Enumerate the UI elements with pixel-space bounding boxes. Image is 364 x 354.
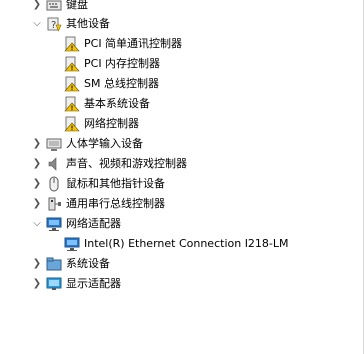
tree-node-label: 声音、视频和游戏控制器	[66, 157, 187, 170]
hid-icon	[46, 136, 62, 152]
svg-text:?: ?	[51, 20, 56, 31]
chevron-right-icon[interactable]: ❯	[31, 154, 43, 174]
unknown-device-icon: ?	[46, 16, 62, 32]
tree-node-network-adapters[interactable]: ⌵ 网络适配器	[0, 214, 364, 234]
tree-node-label: 基本系统设备	[84, 97, 150, 110]
tree-node-label: 键盘	[66, 0, 88, 11]
tree-node-network-controller[interactable]: 网络控制器	[0, 114, 364, 134]
tree-node-other-devices[interactable]: ⌵ ? 其他设备	[0, 14, 364, 34]
tree-node-usb[interactable]: ❯ 通用串行总线控制器	[0, 194, 364, 214]
tree-node-keyboard[interactable]: ❯ 键盘	[0, 0, 364, 15]
chevron-right-icon[interactable]: ❯	[31, 174, 43, 194]
tree-node-label: 网络适配器	[66, 217, 121, 230]
tree-node-label: PCI 内存控制器	[84, 57, 161, 70]
warning-device-icon	[64, 116, 80, 132]
warning-device-icon	[64, 96, 80, 112]
chevron-right-icon[interactable]: ❯	[31, 274, 43, 294]
tree-node-pci-simple-comm[interactable]: PCI 简单通讯控制器	[0, 34, 364, 54]
tree-node-pci-memory[interactable]: PCI 内存控制器	[0, 54, 364, 74]
tree-node-label: 人体学输入设备	[66, 137, 143, 150]
tree-node-label: 其他设备	[66, 17, 110, 30]
tree-node-label: SM 总线控制器	[84, 77, 159, 90]
tree-node-sound-video[interactable]: ❯ 声音、视频和游戏控制器	[0, 154, 364, 174]
monitor-icon	[46, 276, 62, 292]
speaker-icon	[46, 156, 62, 172]
warning-device-icon	[64, 36, 80, 52]
tree-node-system-devices[interactable]: ❯ 系统设备	[0, 254, 364, 274]
chevron-down-icon[interactable]: ⌵	[31, 214, 43, 234]
tree-node-label: PCI 简单通讯控制器	[84, 37, 183, 50]
tree-node-intel-ethernet[interactable]: Intel(R) Ethernet Connection I218-LM	[0, 234, 364, 254]
chevron-right-icon[interactable]: ❯	[31, 254, 43, 274]
device-tree: ❯ 键盘 ⌵ ? 其他设备 PCI 简单通讯控制器 PCI 内存控制器 SM 总…	[0, 0, 364, 354]
tree-node-hid[interactable]: ❯ 人体学输入设备	[0, 134, 364, 154]
tree-node-base-system[interactable]: 基本系统设备	[0, 94, 364, 114]
tree-node-label: 通用串行总线控制器	[66, 197, 165, 210]
usb-icon	[46, 196, 62, 212]
system-folder-icon	[46, 256, 62, 272]
tree-node-label: 系统设备	[66, 257, 110, 270]
keyboard-icon	[46, 0, 62, 13]
tree-node-display-adapters[interactable]: ❯ 显示适配器	[0, 274, 364, 294]
network-adapter-icon	[46, 216, 62, 232]
tree-node-label: Intel(R) Ethernet Connection I218-LM	[84, 237, 289, 250]
network-adapter-icon	[64, 236, 80, 252]
warning-device-icon	[64, 76, 80, 92]
warning-device-icon	[64, 56, 80, 72]
chevron-right-icon[interactable]: ❯	[31, 0, 43, 15]
tree-node-label: 显示适配器	[66, 277, 121, 290]
chevron-right-icon[interactable]: ❯	[31, 134, 43, 154]
tree-node-mouse[interactable]: ❯ 鼠标和其他指针设备	[0, 174, 364, 194]
mouse-icon	[46, 176, 62, 192]
tree-node-label: 网络控制器	[84, 117, 139, 130]
chevron-right-icon[interactable]: ❯	[31, 194, 43, 214]
tree-node-label: 鼠标和其他指针设备	[66, 177, 165, 190]
chevron-down-icon[interactable]: ⌵	[31, 14, 43, 34]
tree-node-sm-bus[interactable]: SM 总线控制器	[0, 74, 364, 94]
